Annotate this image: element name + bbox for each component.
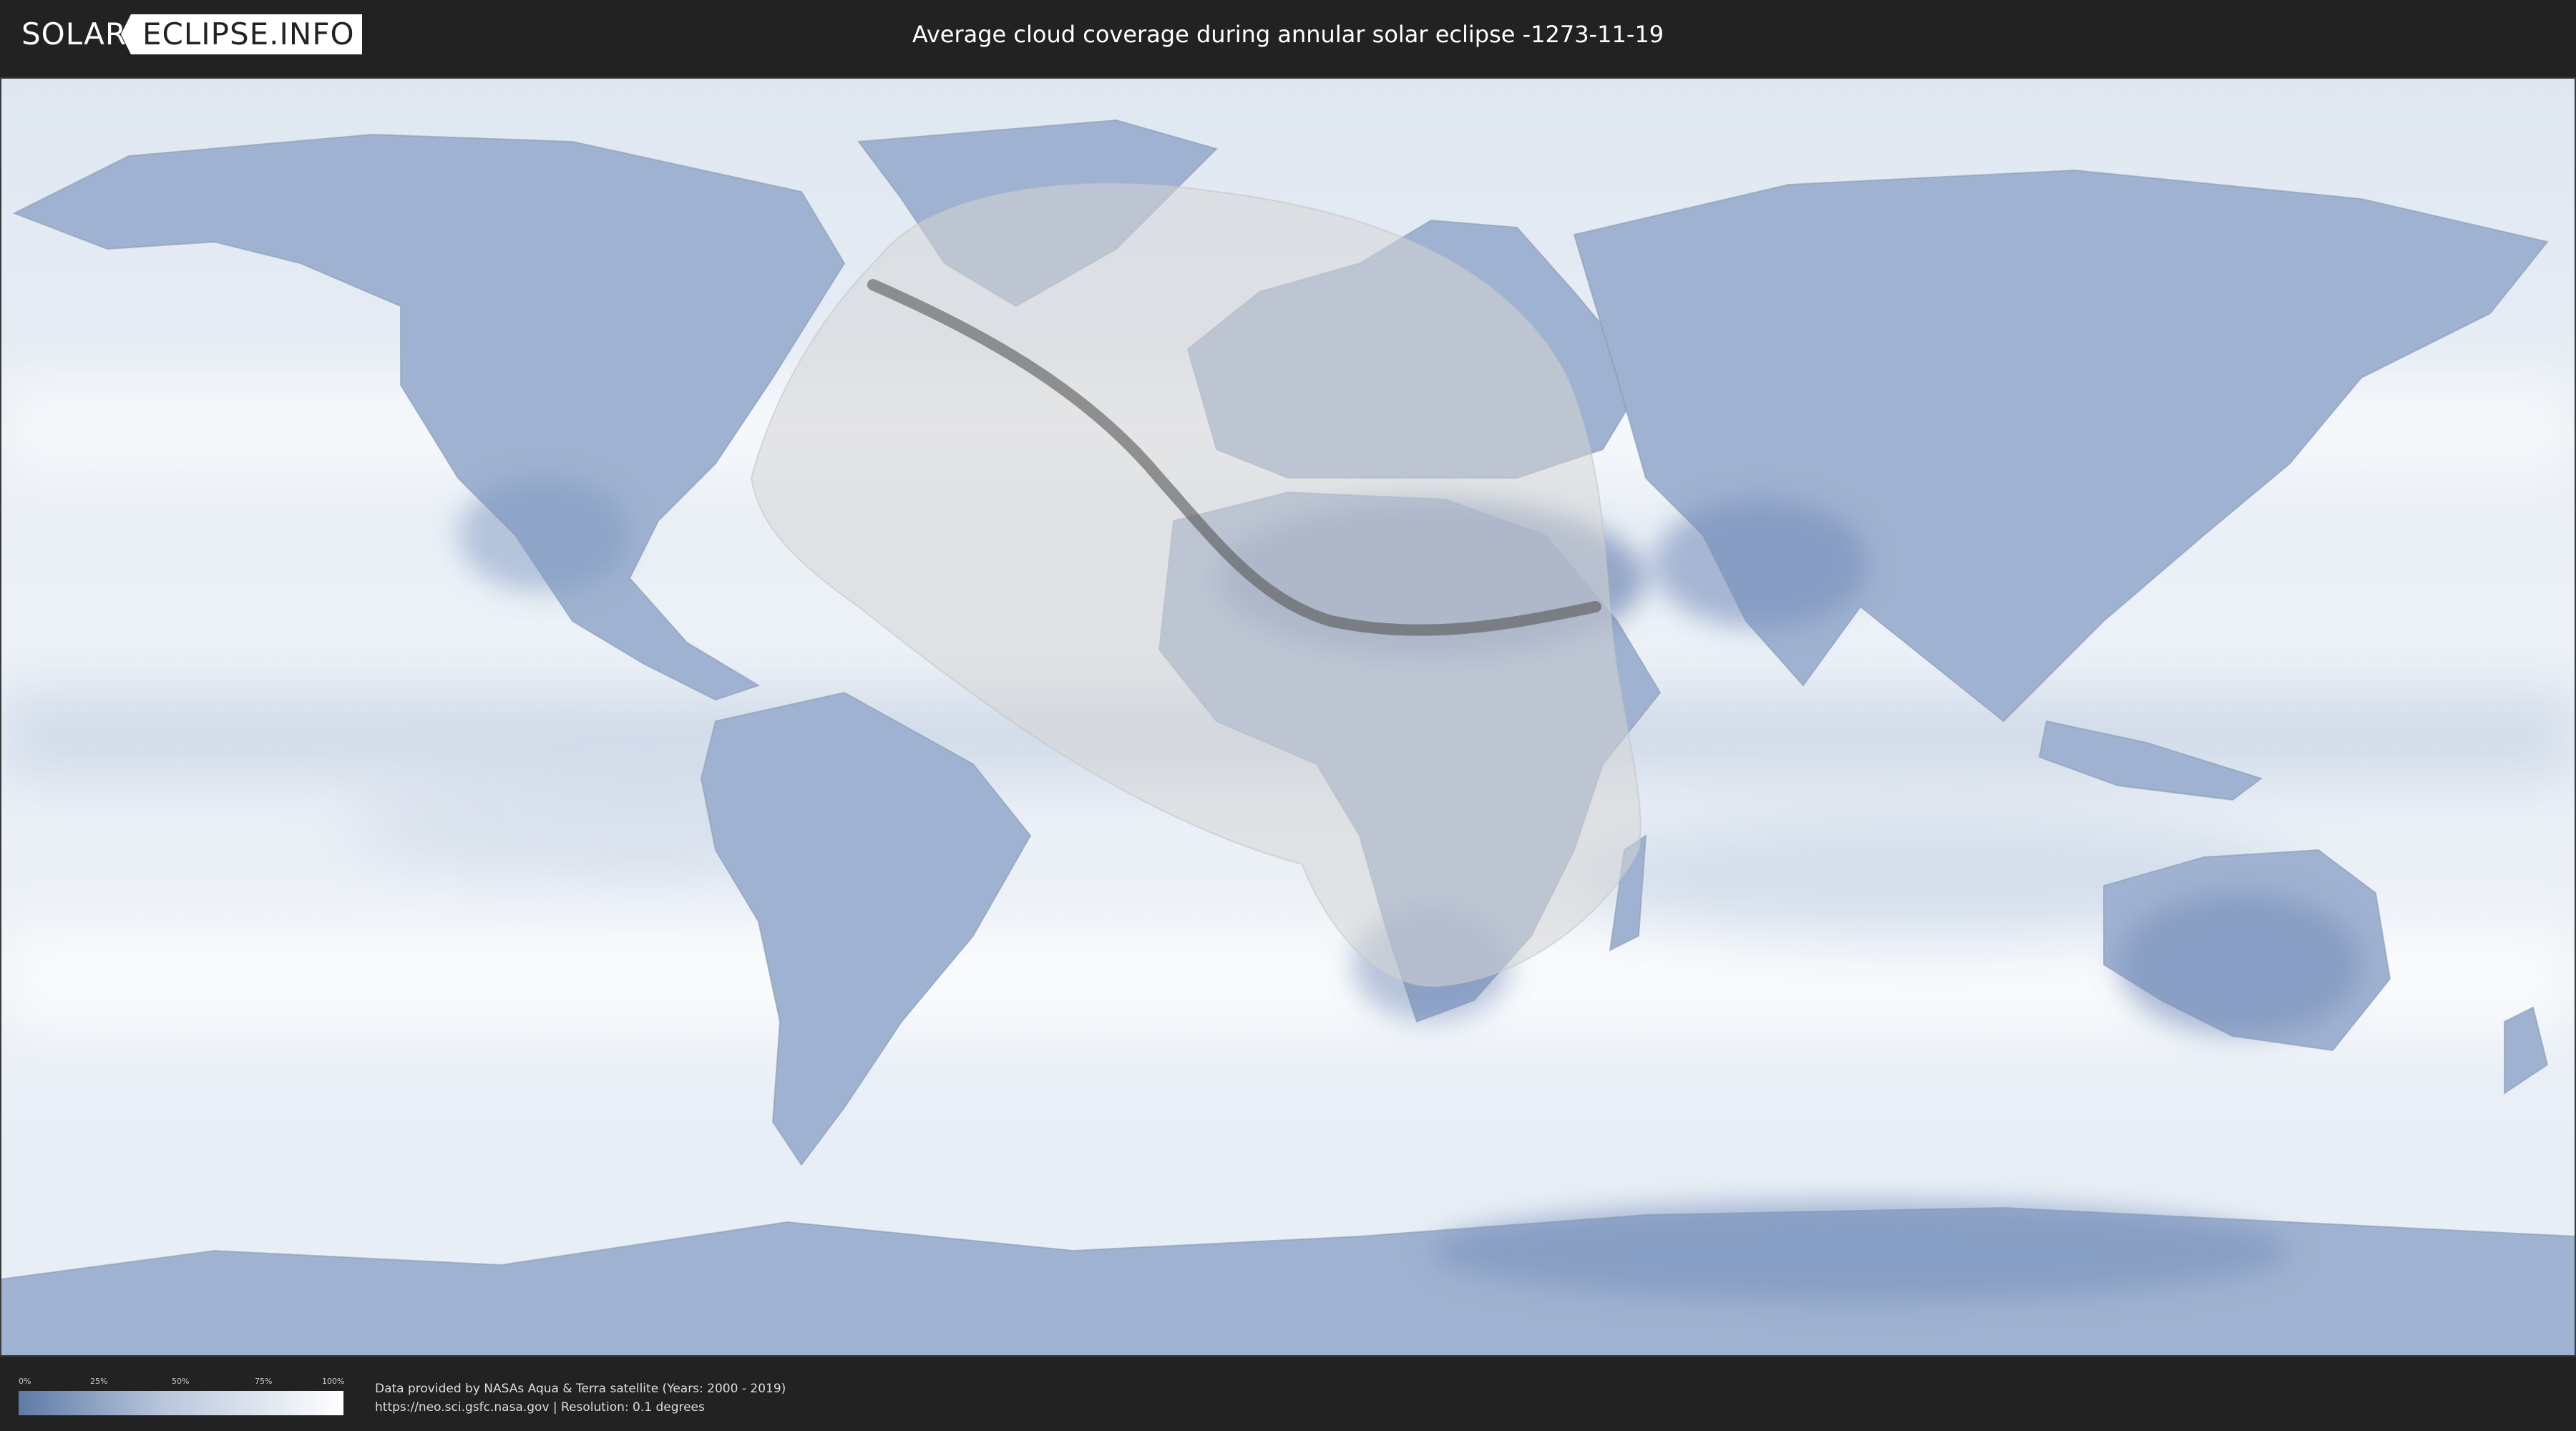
data-credits: Data provided by NASAs Aqua & Terra sate…	[375, 1379, 786, 1417]
credits-line-source: Data provided by NASAs Aqua & Terra sate…	[375, 1382, 786, 1396]
legend-tick-25: 25%	[90, 1377, 108, 1386]
legend-tick-0: 0%	[19, 1377, 31, 1386]
page-title: Average cloud coverage during annular so…	[912, 21, 1664, 48]
world-map-svg	[0, 77, 2576, 1357]
legend-tick-100: 100%	[322, 1377, 345, 1386]
legend-gradient-bar	[19, 1391, 343, 1415]
legend-tick-50: 50%	[172, 1377, 190, 1386]
cloud-coverage-map[interactable]	[0, 77, 2576, 1357]
cloud-coverage-legend: 0% 25% 50% 75% 100%	[19, 1375, 345, 1427]
header-bar: SOLAR ECLIPSE.INFO Average cloud coverag…	[0, 0, 2576, 72]
legend-tick-75: 75%	[255, 1377, 273, 1386]
page: SOLAR ECLIPSE.INFO Average cloud coverag…	[0, 0, 2576, 1431]
footer-bar: 0% 25% 50% 75% 100% Data provided by NAS…	[0, 1359, 2576, 1431]
legend-ticks: 0% 25% 50% 75% 100%	[19, 1375, 345, 1390]
credits-line-url[interactable]: https://neo.sci.gsfc.nasa.gov | Resoluti…	[375, 1398, 786, 1417]
